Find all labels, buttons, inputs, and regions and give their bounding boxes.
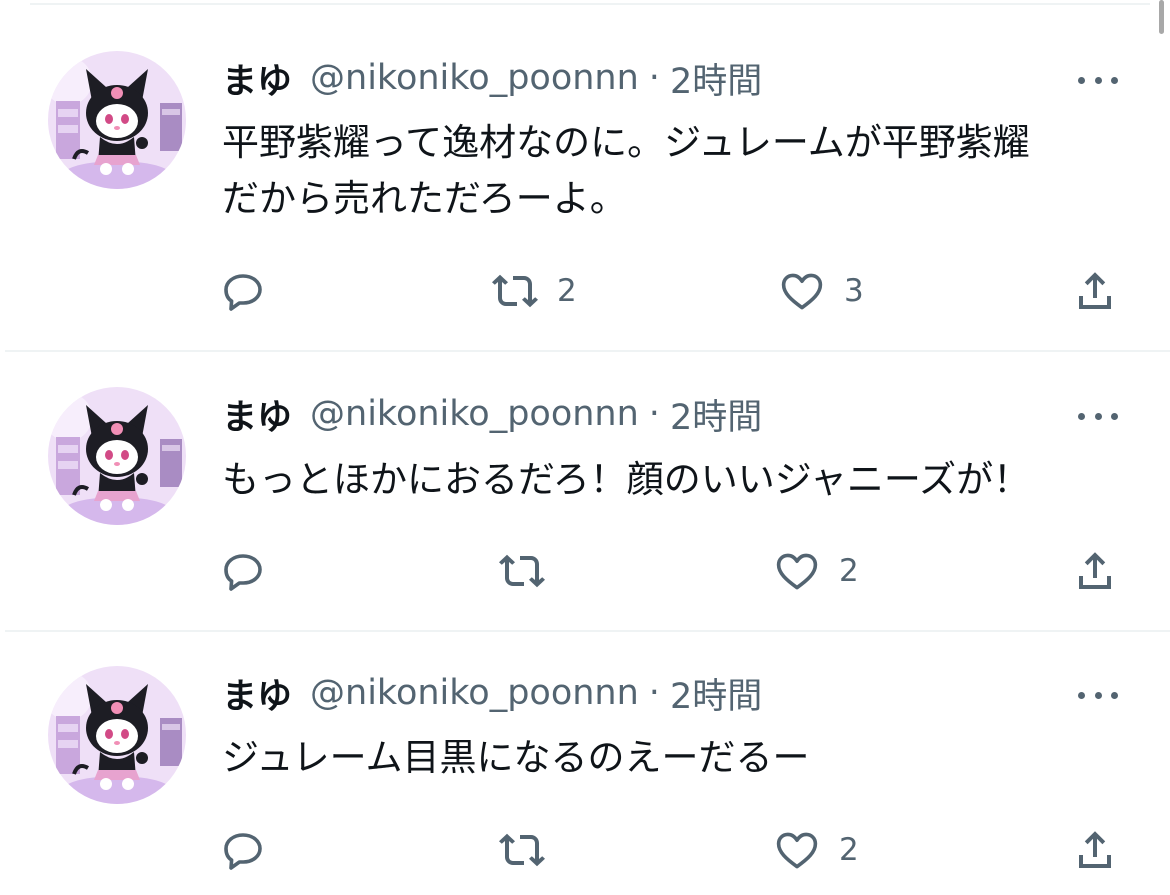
tweet-text-line: もっとほかにおるだろ！顔のいいジャニーズが！	[222, 458, 1031, 501]
like-button[interactable]: 2	[773, 825, 859, 875]
kuromi-avatar-icon	[48, 666, 186, 804]
avatar[interactable]	[48, 666, 186, 804]
retweet-button[interactable]	[498, 546, 564, 596]
share-button[interactable]	[1071, 546, 1119, 596]
heart-icon	[773, 826, 821, 874]
tweet-text-line: ジュレーム目黒になるのえーだるー	[222, 736, 810, 779]
timestamp[interactable]: 2時間	[670, 389, 762, 440]
retweet-button[interactable]	[498, 825, 564, 875]
separator-dot: ·	[648, 673, 660, 713]
kuromi-avatar-icon	[48, 387, 186, 525]
user-handle[interactable]: @nikoniko_poonnn	[310, 394, 639, 434]
separator-dot: ·	[648, 394, 660, 434]
user-handle[interactable]: @nikoniko_poonnn	[310, 673, 639, 713]
reply-button[interactable]	[219, 546, 267, 596]
tweet-header: まゆ @nikoniko_poonnn · 2時間	[222, 668, 762, 718]
like-count: 2	[839, 553, 859, 589]
retweet-icon	[498, 547, 546, 595]
share-icon	[1071, 826, 1119, 874]
avatar[interactable]	[48, 387, 186, 525]
like-button[interactable]: 2	[773, 546, 859, 596]
share-button[interactable]	[1071, 825, 1119, 875]
tweet[interactable]: まゆ @nikoniko_poonnn · 2時間 ジュレーム目黒になるのえーだ…	[0, 0, 1170, 280]
tweet-text: もっとほかにおるだろ！顔のいいジャニーズが！	[222, 452, 1122, 508]
share-icon	[1071, 547, 1119, 595]
reply-icon	[219, 547, 267, 595]
tweet-header: まゆ @nikoniko_poonnn · 2時間	[222, 389, 762, 439]
display-name[interactable]: まゆ	[222, 668, 292, 719]
more-options-icon[interactable]	[1078, 680, 1118, 710]
more-options-icon[interactable]	[1078, 401, 1118, 431]
reply-icon	[219, 826, 267, 874]
display-name[interactable]: まゆ	[222, 389, 292, 440]
heart-icon	[773, 547, 821, 595]
tweet-divider	[5, 630, 1170, 632]
tweet-text: ジュレーム目黒になるのえーだるー	[222, 730, 1122, 786]
retweet-icon	[498, 826, 546, 874]
timestamp[interactable]: 2時間	[670, 668, 762, 719]
like-count: 2	[839, 832, 859, 868]
reply-button[interactable]	[219, 825, 267, 875]
tweet-divider	[5, 350, 1170, 352]
